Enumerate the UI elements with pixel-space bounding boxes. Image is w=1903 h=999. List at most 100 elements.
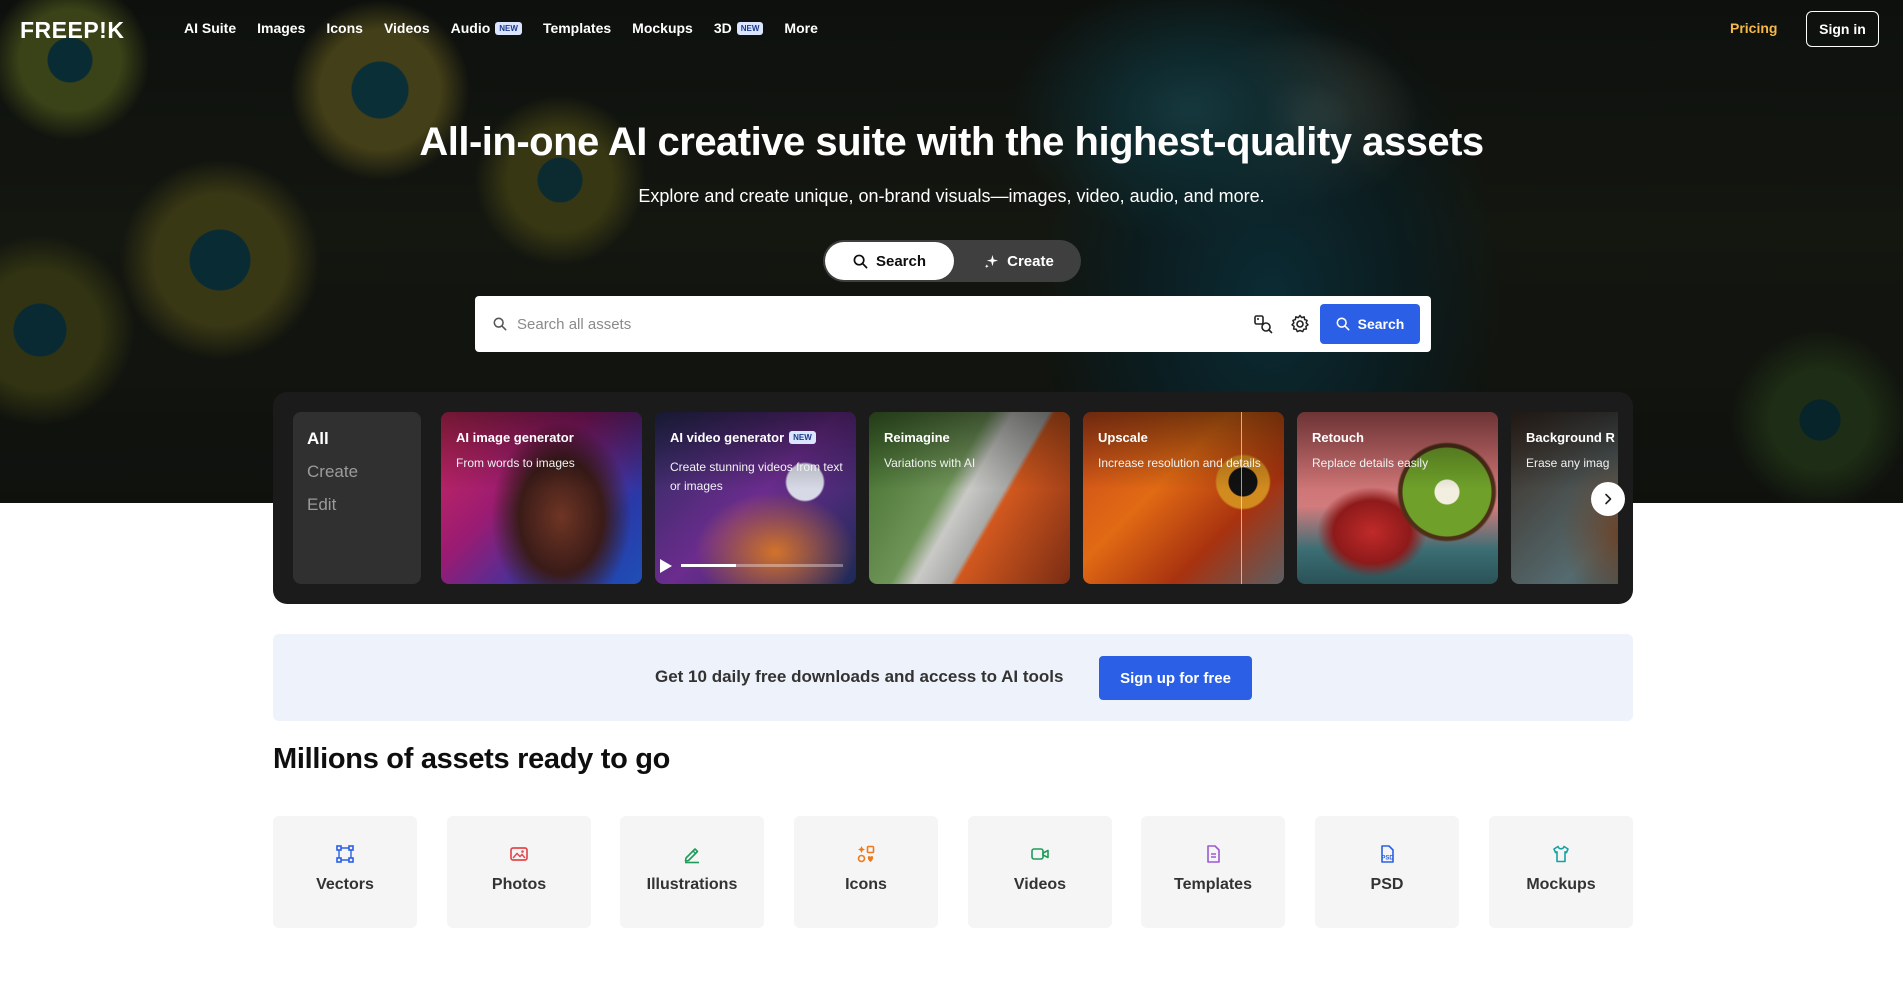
video-progress-bar[interactable] [681,564,843,567]
photo-icon [509,844,529,864]
nav-item-label: More [784,20,818,36]
search-icon [853,254,868,268]
video-progress-fill [681,564,737,567]
nav-item-label: Icons [326,20,363,36]
nav-item-images[interactable]: Images [257,20,305,36]
category-psd[interactable]: PSD PSD [1315,816,1459,928]
asset-categories: Vectors Photos Illustrations Icons Video… [273,816,1633,928]
card-title: AI image generator [456,430,574,445]
nav-item-icons[interactable]: Icons [326,20,363,36]
nav-item-label: Mockups [632,20,693,36]
ai-tools-panel: All Create Edit AI image generator From … [273,392,1633,604]
search-bar: Search [475,296,1431,352]
category-vectors[interactable]: Vectors [273,816,417,928]
search-icon [1336,317,1350,331]
category-label: Mockups [1526,876,1596,893]
category-mockups[interactable]: Mockups [1489,816,1633,928]
settings-gear-icon[interactable] [1290,314,1310,334]
nav-item-label: Audio [450,20,491,36]
freepik-home-page: FREEP!K AI Suite Images Icons Videos Aud… [0,0,1903,999]
hero-subtitle: Explore and create unique, on-brand visu… [638,186,1265,206]
category-videos[interactable]: Videos [968,816,1112,928]
category-label: Templates [1174,876,1252,893]
nav-item-mockups[interactable]: Mockups [632,20,693,36]
create-mode-button[interactable]: Create [963,242,1075,280]
tool-card-ai-video-generator[interactable]: AI video generator NEW Create stunning v… [655,412,856,584]
tab-all[interactable]: All [307,428,407,449]
category-label: Vectors [316,876,374,893]
tool-card-ai-image-generator[interactable]: AI image generator From words to images [441,412,642,584]
search-input[interactable] [517,315,1247,333]
category-illustrations[interactable]: Illustrations [620,816,764,928]
hero-title: All-in-one AI creative suite with the hi… [419,120,1484,164]
nav-item-label: AI Suite [184,20,237,36]
nav-item-label: 3D [713,20,732,36]
nav-item-audio[interactable]: Audio NEW [451,20,522,36]
tool-card-retouch[interactable]: Retouch Replace details easily [1297,412,1498,584]
chevron-right-icon [1605,493,1612,505]
new-badge: NEW [736,21,764,35]
category-label: PSD [1370,876,1404,893]
sparkle-icon [985,254,999,268]
category-label: Videos [1013,876,1067,893]
card-title-row: AI video generator NEW [670,430,816,445]
card-title: Retouch [1312,430,1364,445]
psd-file-icon: PSD [1377,844,1397,864]
card-subtitle: From words to images [456,456,575,470]
nav-item-more[interactable]: More [784,20,817,36]
tools-carousel: AI image generator From words to images … [441,412,1618,584]
card-subtitle: Increase resolution and details [1098,456,1261,470]
pricing-link[interactable]: Pricing [1730,20,1777,36]
tab-create[interactable]: Create [307,461,407,482]
mode-toggle: Search Create [823,240,1081,282]
search-mode-button[interactable]: Search [825,242,954,280]
top-nav: FREEP!K AI Suite Images Icons Videos Aud… [0,0,1903,58]
nav-item-3d[interactable]: 3D NEW [714,20,764,36]
illustration-pen-icon [682,844,702,864]
search-submit-label: Search [1357,316,1405,332]
tool-card-reimagine[interactable]: Reimagine Variations with AI [869,412,1070,584]
card-title: Reimagine [884,430,950,445]
card-subtitle: Variations with AI [884,456,976,470]
category-label: Photos [491,876,547,893]
card-title: Upscale [1098,430,1148,445]
search-icon [493,317,507,331]
nav-item-label: Images [257,20,306,36]
category-label: Illustrations [646,876,738,893]
search-by-image-icon[interactable] [1253,314,1273,334]
mockup-shirt-icon [1551,844,1571,864]
card-title: Background R [1526,430,1615,445]
nav-item-templates[interactable]: Templates [543,20,611,36]
tool-card-upscale[interactable]: Upscale Increase resolution and details [1083,412,1284,584]
compare-divider [1241,412,1242,584]
category-templates[interactable]: Templates [1141,816,1285,928]
svg-text:PSD: PSD [1381,856,1394,862]
search-submit-button[interactable]: Search [1320,304,1420,344]
template-doc-icon [1203,844,1223,864]
video-camera-icon [1030,844,1050,864]
category-photos[interactable]: Photos [447,816,591,928]
category-label: Icons [845,876,887,893]
promo-text: Get 10 daily free downloads and access t… [655,667,1064,686]
nav-item-ai-suite[interactable]: AI Suite [184,20,236,36]
nav-item-videos[interactable]: Videos [384,20,430,36]
new-badge: NEW [789,431,816,444]
icons-grid-icon [856,844,876,864]
carousel-next-button[interactable] [1591,482,1625,516]
categories-title: Millions of assets ready to go [273,743,671,775]
signup-promo-banner: Get 10 daily free downloads and access t… [273,634,1633,721]
freepik-logo[interactable]: FREEP!K [20,17,124,44]
sign-up-button[interactable]: Sign up for free [1099,656,1252,700]
play-icon[interactable] [660,559,672,573]
card-subtitle: Replace details easily [1312,456,1429,470]
card-title: AI video generator [670,430,785,445]
category-icons[interactable]: Icons [794,816,938,928]
card-subtitle: Erase any imag [1526,456,1610,470]
tools-tabs: All Create Edit [293,412,421,584]
tab-edit[interactable]: Edit [307,494,407,515]
nav-item-label: Templates [542,20,612,36]
nav-menu: AI Suite Images Icons Videos Audio NEW Te… [184,20,839,36]
sign-in-button[interactable]: Sign in [1806,11,1879,47]
nav-item-label: Videos [383,20,430,36]
create-mode-label: Create [1007,252,1054,270]
